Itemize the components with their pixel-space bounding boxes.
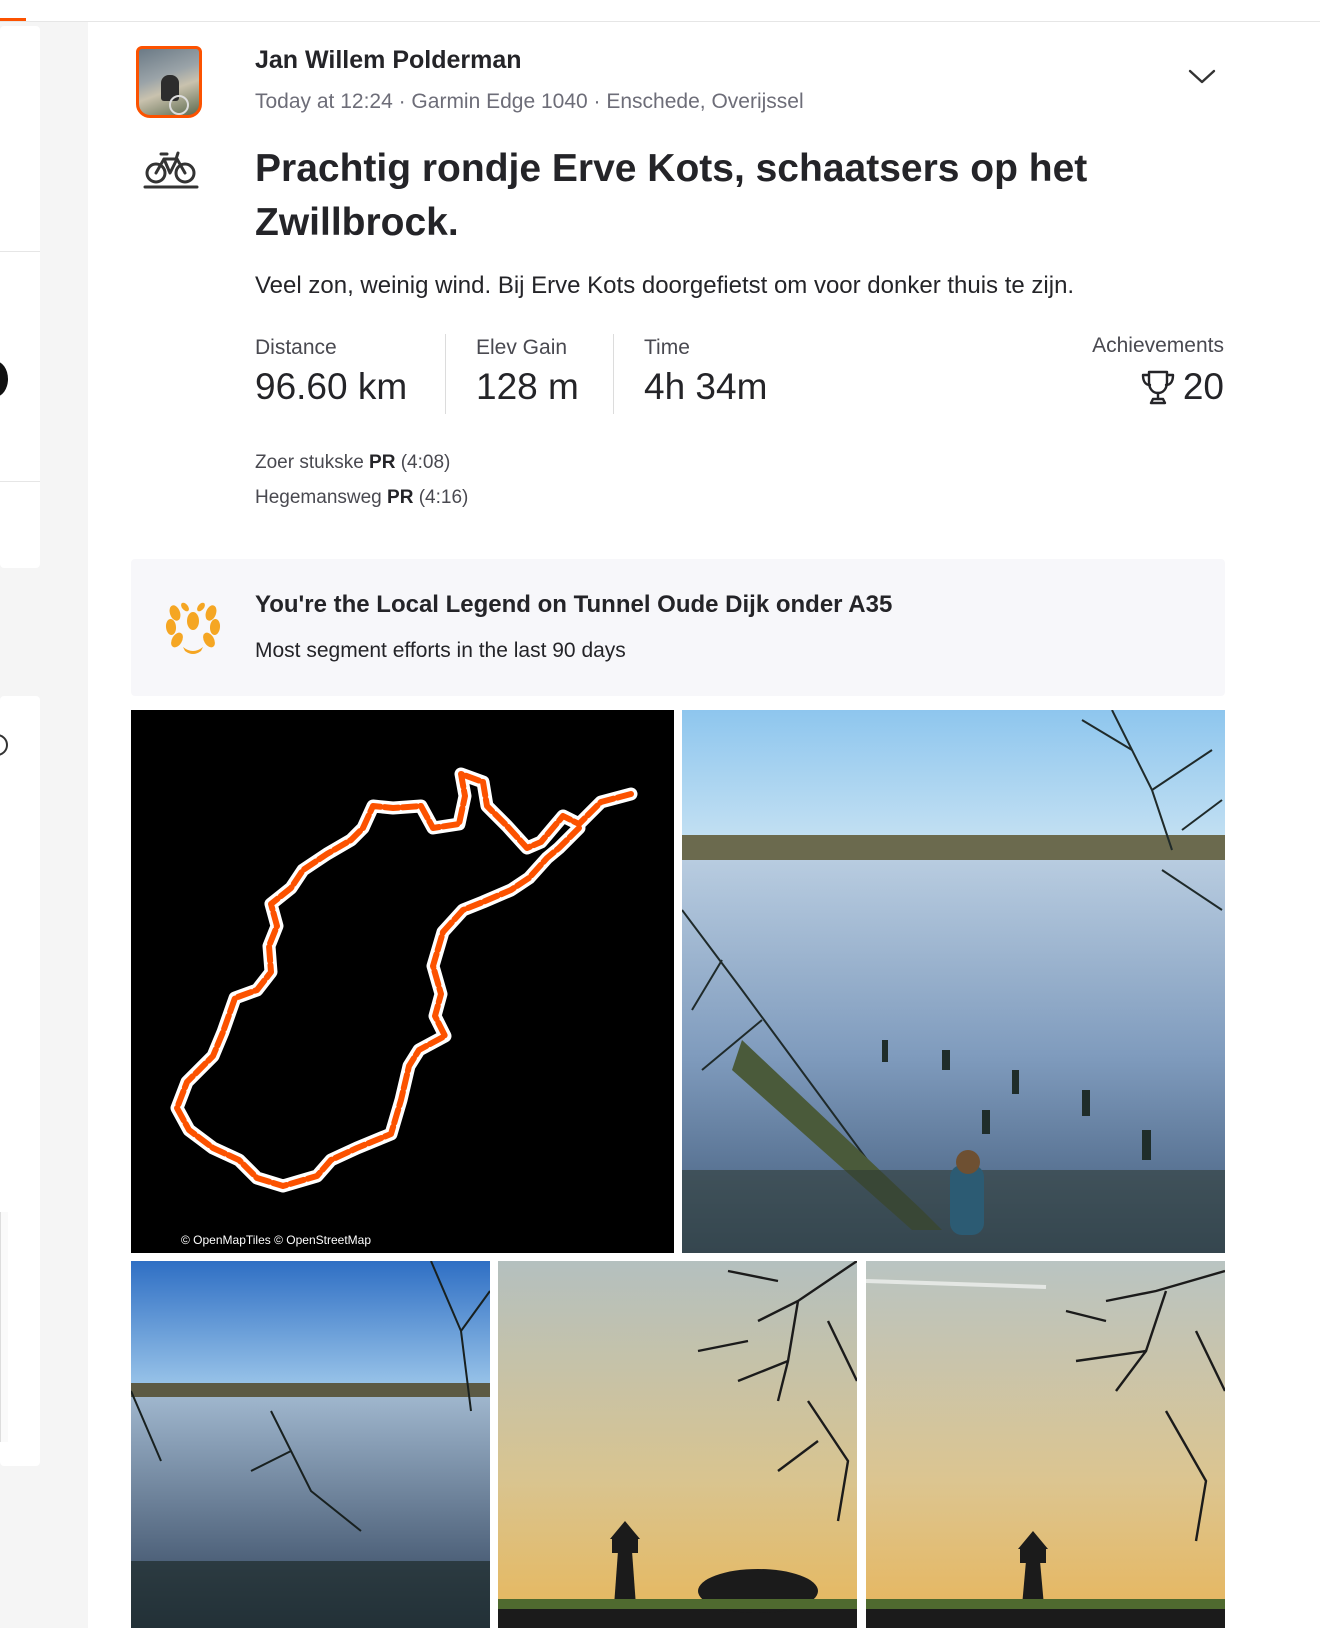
activity-feed-card: Jan Willem Polderman Today at 12:24 · Ga…	[88, 22, 1320, 1628]
achievements-count: 20	[1182, 366, 1224, 407]
pr-row[interactable]: Zoer stukske PR (4:08)	[255, 452, 450, 474]
pr-time: (4:16)	[418, 487, 469, 508]
route-map[interactable]: © OpenMapTiles © OpenStreetMap	[131, 710, 674, 1253]
photo-sunset-tower[interactable]	[498, 1261, 857, 1628]
laurel-icon	[165, 602, 221, 654]
local-legend-subtitle: Most segment efforts in the last 90 days	[255, 639, 626, 662]
stat-time: Time 4h 34m	[644, 336, 767, 408]
stat-value: 128 m	[476, 366, 579, 407]
stat-divider	[445, 334, 446, 414]
bike-icon	[143, 151, 199, 189]
pr-badge: PR	[387, 487, 414, 508]
info-icon[interactable]	[0, 734, 8, 756]
local-legend-card[interactable]: You're the Local Legend on Tunnel Oude D…	[131, 559, 1225, 696]
top-nav-bar	[0, 0, 1320, 22]
divider	[0, 481, 40, 482]
athlete-name[interactable]: Jan Willem Polderman	[255, 46, 522, 75]
left-sidebar-card	[0, 26, 40, 568]
stat-value: 20	[1092, 366, 1224, 408]
avatar-wheel	[169, 95, 189, 115]
pr-time: (4:08)	[400, 452, 451, 473]
trophy-icon	[1141, 370, 1175, 405]
activity-description: Veel zon, weinig wind. Bij Erve Kots doo…	[255, 272, 1075, 299]
pr-segment-name: Hegemansweg	[255, 487, 382, 508]
sidebar-avatar[interactable]	[0, 361, 8, 397]
activity-title[interactable]: Prachtig rondje Erve Kots, schaatsers op…	[255, 142, 1215, 250]
divider	[0, 251, 40, 252]
route-path-svg	[170, 767, 638, 1193]
local-legend-title: You're the Local Legend on Tunnel Oude D…	[255, 591, 893, 618]
stat-label: Achievements	[1092, 334, 1224, 357]
pr-badge: PR	[369, 452, 396, 473]
left-sidebar-card-lower	[0, 696, 40, 1466]
stat-label: Distance	[255, 336, 337, 359]
pr-row[interactable]: Hegemansweg PR (4:16)	[255, 487, 468, 509]
stat-value: 96.60 km	[255, 366, 408, 407]
stat-distance: Distance 96.60 km	[255, 336, 407, 408]
athlete-avatar[interactable]	[136, 46, 202, 118]
chevron-down-icon[interactable]	[1184, 62, 1220, 90]
sidebar-inset	[0, 1212, 8, 1442]
nav-active-indicator	[0, 18, 26, 21]
stat-elev-gain: Elev Gain 128 m	[476, 336, 579, 408]
activity-meta: Today at 12:24 · Garmin Edge 1040 · Ensc…	[255, 90, 804, 113]
stat-label: Elev Gain	[476, 336, 568, 359]
photo-frozen-lake[interactable]	[682, 710, 1225, 1253]
stat-achievements[interactable]: Achievements 20	[1092, 334, 1224, 408]
stat-value: 4h 34m	[644, 366, 768, 407]
stat-divider	[613, 334, 614, 414]
pr-segment-name: Zoer stukske	[255, 452, 364, 473]
photo-sunset-tower-2[interactable]	[866, 1261, 1225, 1628]
photo-lake-wide[interactable]	[131, 1261, 490, 1628]
stat-label: Time	[644, 336, 690, 359]
map-credit: © OpenMapTiles © OpenStreetMap	[181, 1233, 371, 1247]
